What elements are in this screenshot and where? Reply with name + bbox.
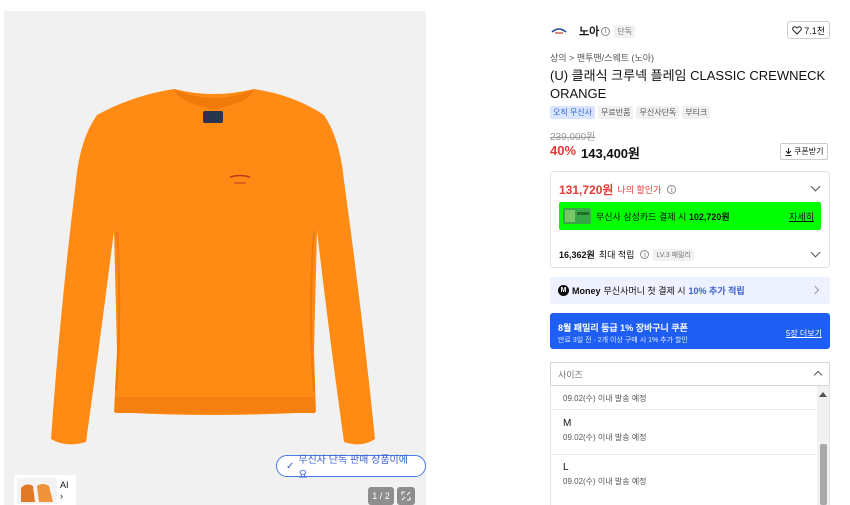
coupon-label: 쿠폰받기 xyxy=(794,147,824,156)
size-select[interactable]: 사이즈 xyxy=(550,362,830,386)
like-button[interactable]: 7.1천 xyxy=(787,21,830,39)
reward-amount: 16,362원 xyxy=(559,250,595,260)
family-coupon-banner[interactable]: 8월 패밀리 등급 1% 장바구니 쿠폰 만료 3일 전 · 2개 이상 구매 … xyxy=(550,313,830,349)
chevron-right-icon xyxy=(810,285,820,295)
badge-list: 오직 무신사 무료반품 무신사단독 부티크 xyxy=(550,106,711,119)
size-name: M xyxy=(563,418,572,429)
brand-name[interactable]: 노아 xyxy=(579,23,599,39)
size-ship-date: 09.02(수) 이내 발송 예정 xyxy=(563,477,647,486)
exclusive-sale-pill[interactable]: ✓ 무신사 단독 판매 상품이에요 xyxy=(276,455,426,481)
chevron-up-icon xyxy=(813,370,823,380)
info-icon[interactable]: i xyxy=(640,250,650,259)
size-ship-date: 09.02(수) 이내 발송 예정 xyxy=(563,394,647,403)
money-brand: Money xyxy=(572,285,601,296)
product-title: (U) 클래식 크루넥 플레임 CLASSIC CREWNECK ORANGE xyxy=(550,68,826,101)
badge-musinsa-exclusive: 무신사단독 xyxy=(636,106,680,119)
size-option[interactable]: 09.02(수) 이내 발송 예정 xyxy=(551,390,817,404)
divider xyxy=(551,454,819,455)
ai-thumbnail-label[interactable]: AI › xyxy=(60,480,69,502)
coupon-banner-title: 8월 패밀리 등급 1% 장바구니 쿠폰 xyxy=(558,323,688,333)
reward-row[interactable]: 16,362원 최대 적립 i LV.3 패밀리 xyxy=(559,248,694,261)
price-row: 40% 143,400원 xyxy=(550,143,640,162)
thumbnail-image[interactable] xyxy=(17,478,57,504)
scrollbar-thumb[interactable] xyxy=(820,444,827,505)
product-image xyxy=(51,89,375,445)
discount-percent: 40% xyxy=(550,143,577,158)
product-detail-panel: 노아 i 단독 7.1천 상의 > 맨투맨/스웨트 (노아) (U) 클래식 크… xyxy=(540,11,840,505)
thumbnail-strip[interactable]: AI › xyxy=(14,475,76,505)
heart-icon xyxy=(792,25,803,35)
scroll-up-arrow-icon[interactable] xyxy=(819,392,827,397)
my-price-box: 131,720원 나의 할인가 i 무신사 삼성카드 결제 시 102,720원… xyxy=(550,171,830,268)
coupon-banner-subtitle: 만료 3일 전 · 2개 이상 구매 시 1% 추가 할인 xyxy=(558,337,688,344)
size-option-list[interactable]: 09.02(수) 이내 발송 예정 M 09.02(수) 이내 발송 예정 L … xyxy=(550,386,830,505)
card-benefit-text: 무신사 삼성카드 결제 시 102,720원 xyxy=(596,211,730,222)
check-icon: ✓ xyxy=(286,460,295,472)
my-price-amount: 131,720원 xyxy=(559,183,614,197)
chevron-down-icon[interactable] xyxy=(810,247,821,258)
level-tag: LV.3 패밀리 xyxy=(653,248,694,261)
money-text: 무신사머니 첫 결제 시 xyxy=(603,286,686,296)
like-count: 7.1천 xyxy=(804,25,825,36)
expand-icon xyxy=(401,491,411,501)
money-icon: M xyxy=(558,285,569,296)
product-image-gallery[interactable]: ✓ 무신사 단독 판매 상품이에요 AI › 1 / 2 xyxy=(4,11,426,505)
brand-exclusive-tag: 단독 xyxy=(614,24,635,38)
download-icon xyxy=(785,147,792,156)
card-detail-link[interactable]: 자세히 xyxy=(789,210,814,223)
my-price-label: 나의 할인가 xyxy=(617,185,662,195)
badge-boutique: 부티크 xyxy=(682,106,711,119)
sale-price: 143,400원 xyxy=(581,146,640,161)
coupon-more-link[interactable]: 5장 더보기 xyxy=(786,328,822,339)
badge-free-return: 무료반품 xyxy=(598,106,634,119)
image-page-indicator: 1 / 2 xyxy=(368,487,394,505)
coupon-button[interactable]: 쿠폰받기 xyxy=(780,143,829,160)
money-highlight: 10% 추가 적립 xyxy=(688,286,745,296)
exclusive-label: 무신사 단독 판매 상품이에요 xyxy=(298,455,408,481)
size-option-m[interactable]: M 09.02(수) 이내 발송 예정 xyxy=(551,418,817,443)
size-ship-date: 09.02(수) 이내 발송 예정 xyxy=(563,433,647,442)
card-image xyxy=(563,208,591,224)
card-benefit-banner[interactable]: 무신사 삼성카드 결제 시 102,720원 자세히 xyxy=(559,202,821,230)
musinsa-money-banner[interactable]: M Money 무신사머니 첫 결제 시 10% 추가 적립 xyxy=(550,277,830,304)
badge-only-musinsa: 오직 무신사 xyxy=(550,106,596,119)
size-option-l[interactable]: L 09.02(수) 이내 발송 예정 xyxy=(551,462,817,487)
brand-logo[interactable] xyxy=(550,24,568,38)
chevron-down-icon[interactable] xyxy=(810,181,821,192)
expand-button[interactable] xyxy=(397,487,415,505)
reward-label: 최대 적립 xyxy=(598,250,635,260)
breadcrumb[interactable]: 상의 > 맨투맨/스웨트 (노아) xyxy=(550,51,654,64)
divider xyxy=(551,409,819,410)
size-select-placeholder: 사이즈 xyxy=(558,369,583,380)
my-price-row[interactable]: 131,720원 나의 할인가 i xyxy=(559,181,677,198)
info-icon[interactable]: i xyxy=(667,185,677,194)
original-price: 239,000원 xyxy=(550,132,596,143)
brand-row: 노아 i 단독 7.1천 xyxy=(550,21,830,41)
scrollbar[interactable] xyxy=(817,386,829,505)
chevron-right-icon: › xyxy=(60,491,63,501)
size-name: L xyxy=(563,462,569,473)
info-icon[interactable]: i xyxy=(601,26,611,36)
